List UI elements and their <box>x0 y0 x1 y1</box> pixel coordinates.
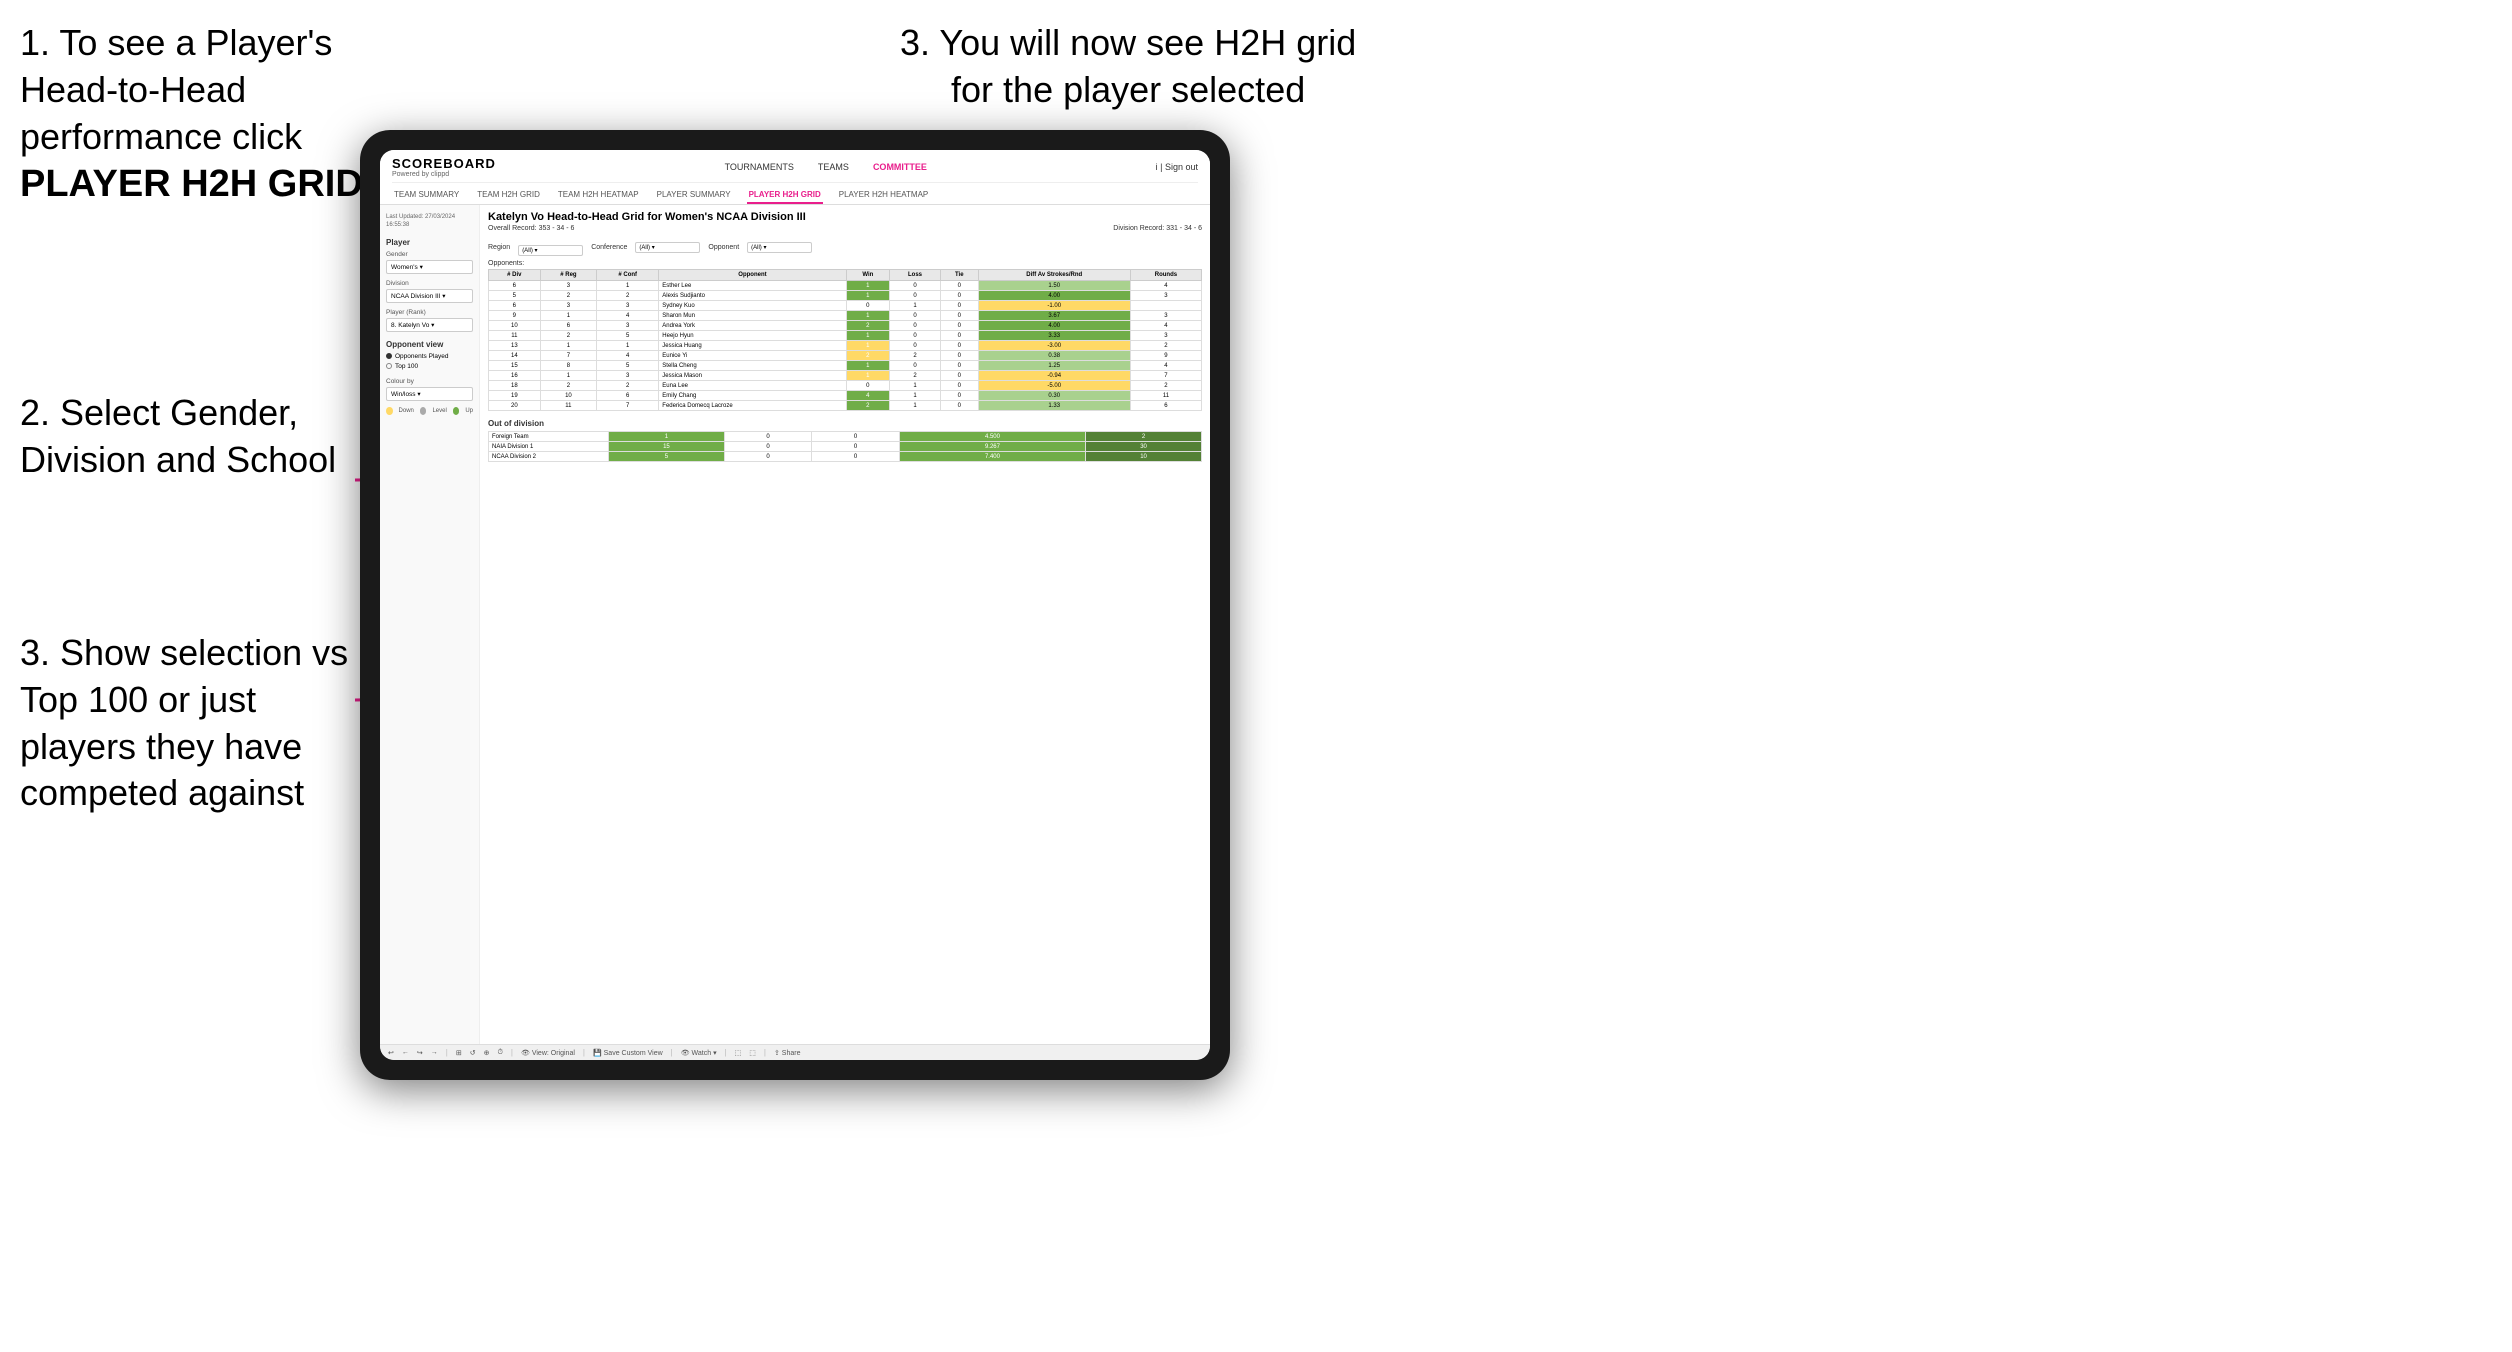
toolbar-icon2[interactable]: ⬚ <box>749 1049 756 1057</box>
opponent-view-label: Opponent view <box>386 340 473 349</box>
table-row: 16 1 3 Jessica Mason 1 2 0 -0.94 7 <box>489 371 1202 381</box>
colour-legend: Down Level Up <box>386 407 473 415</box>
toolbar-add[interactable]: ⊕ <box>484 1049 490 1057</box>
instruction-2: 2. Select Gender, Division and School <box>20 390 350 484</box>
table-row: 9 1 4 Sharon Mun 1 0 0 3.67 3 <box>489 311 1202 321</box>
toolbar-redo[interactable]: ↪ <box>417 1049 423 1057</box>
table-row: 6 3 3 Sydney Kuo 0 1 0 -1.00 <box>489 301 1202 311</box>
colour-level <box>420 407 427 415</box>
table-row: 15 8 5 Stella Cheng 1 0 0 1.25 4 <box>489 361 1202 371</box>
instruction-3-left: 3. Show selection vs Top 100 or just pla… <box>20 630 350 817</box>
toolbar-forward[interactable]: → <box>431 1049 438 1056</box>
table-row: 18 2 2 Euna Lee 0 1 0 -5.00 2 <box>489 381 1202 391</box>
table-row: 6 3 1 Esther Lee 1 0 0 1.50 4 <box>489 281 1202 291</box>
toolbar-watch[interactable]: 👁 Watch ▾ <box>681 1049 717 1057</box>
nav-bar: SCOREBOARD Powered by clippd TOURNAMENTS… <box>380 150 1210 205</box>
grid-records: Overall Record: 353 - 34 - 6 Division Re… <box>488 225 1202 232</box>
region-select[interactable]: (All) ▾ <box>518 245 583 256</box>
last-updated: Last Updated: 27/03/2024 16:55:38 <box>386 213 473 230</box>
col-diff: Diff Av Strokes/Rnd <box>978 270 1130 281</box>
sidebar: Last Updated: 27/03/2024 16:55:38 Player… <box>380 205 480 1044</box>
nav-teams[interactable]: TEAMS <box>814 160 853 174</box>
bottom-toolbar: ↩ ← ↪ → | ⊞ ↺ ⊕ ⏱ | 👁 View: Original | 💾… <box>380 1044 1210 1060</box>
nav-links: TOURNAMENTS TEAMS COMMITTEE <box>721 160 931 174</box>
player-section-label: Player <box>386 238 473 247</box>
toolbar-share[interactable]: ⇪ Share <box>774 1049 801 1057</box>
sub-nav-player-summary[interactable]: PLAYER SUMMARY <box>655 187 733 204</box>
table-row: 13 1 1 Jessica Huang 1 0 0 -3.00 2 <box>489 341 1202 351</box>
table-row: 20 11 7 Federica Domecq Lacroze 2 1 0 1.… <box>489 401 1202 411</box>
sub-nav-player-h2h-heatmap[interactable]: PLAYER H2H HEATMAP <box>837 187 931 204</box>
data-area: Katelyn Vo Head-to-Head Grid for Women's… <box>480 205 1210 1044</box>
grid-title: Katelyn Vo Head-to-Head Grid for Women's… <box>488 211 1202 223</box>
opponent-view-section: Opponent view Opponents Played Top 100 <box>386 340 473 370</box>
colour-down <box>386 407 393 415</box>
toolbar-timer[interactable]: ⏱ <box>497 1049 502 1057</box>
ood-table-row: NCAA Division 2 5 0 0 7.400 10 <box>489 452 1202 462</box>
toolbar-icon1[interactable]: ⬚ <box>735 1049 742 1057</box>
toolbar-refresh[interactable]: ↺ <box>470 1049 476 1057</box>
tablet-screen: SCOREBOARD Powered by clippd TOURNAMENTS… <box>380 150 1210 1060</box>
logo-area: SCOREBOARD Powered by clippd <box>392 156 496 178</box>
table-row: 14 7 4 Eunice Yi 2 2 0 0.38 9 <box>489 351 1202 361</box>
col-reg: # Reg <box>540 270 597 281</box>
conference-filter-label: Conference <box>591 244 627 251</box>
nav-tournaments[interactable]: TOURNAMENTS <box>721 160 798 174</box>
colour-up <box>453 407 460 415</box>
col-div: # Div <box>489 270 541 281</box>
main-data-table: # Div # Reg # Conf Opponent Win Loss Tie… <box>488 269 1202 411</box>
toolbar-grid[interactable]: ⊞ <box>456 1049 462 1057</box>
instruction-1: 1. To see a Player's Head-to-Head perfor… <box>20 20 400 210</box>
player-rank-label: Player (Rank) <box>386 309 473 316</box>
col-loss: Loss <box>890 270 941 281</box>
ood-table-row: Foreign Team 1 0 0 4.500 2 <box>489 432 1202 442</box>
division-select[interactable]: NCAA Division III ▾ <box>386 289 473 303</box>
radio-dot-top100 <box>386 363 392 369</box>
opponent-filter-label: Opponent <box>708 244 739 251</box>
sub-nav: TEAM SUMMARY TEAM H2H GRID TEAM H2H HEAT… <box>392 182 1198 204</box>
conference-select[interactable]: (All) ▾ <box>635 242 700 253</box>
out-of-division-table: Foreign Team 1 0 0 4.500 2 NAIA Division… <box>488 431 1202 462</box>
radio-opponents-played[interactable]: Opponents Played <box>386 353 473 360</box>
out-of-division-header: Out of division <box>488 419 1202 428</box>
radio-dot-opponents <box>386 353 392 359</box>
sign-out-button[interactable]: Sign out <box>1165 162 1198 172</box>
sub-nav-team-h2h-grid[interactable]: TEAM H2H GRID <box>475 187 542 204</box>
opponent-select[interactable]: (All) ▾ <box>747 242 812 253</box>
sub-nav-team-summary[interactable]: TEAM SUMMARY <box>392 187 461 204</box>
sub-nav-player-h2h-grid[interactable]: PLAYER H2H GRID <box>747 187 823 204</box>
toolbar-undo[interactable]: ↩ <box>388 1049 394 1057</box>
colour-by-select[interactable]: Win/loss ▾ <box>386 387 473 401</box>
player-rank-select[interactable]: 8. Katelyn Vo ▾ <box>386 318 473 332</box>
gender-select[interactable]: Women's ▾ <box>386 260 473 274</box>
instruction-3-top: 3. You will now see H2H grid for the pla… <box>900 20 1356 114</box>
table-row: 10 6 3 Andrea York 2 0 0 4.00 4 <box>489 321 1202 331</box>
sign-out-area: i | Sign out <box>1156 162 1198 172</box>
col-win: Win <box>846 270 889 281</box>
radio-top-100[interactable]: Top 100 <box>386 363 473 370</box>
colour-by-label: Colour by <box>386 378 473 385</box>
division-label: Division <box>386 280 473 287</box>
table-row: 5 2 2 Alexis Sudjianto 1 0 0 4.00 3 <box>489 291 1202 301</box>
table-row: 11 2 5 Heejo Hyun 1 0 0 3.33 3 <box>489 331 1202 341</box>
table-row: 19 10 6 Emily Chang 4 1 0 0.30 11 <box>489 391 1202 401</box>
region-filter-label: Region <box>488 244 510 251</box>
tablet: SCOREBOARD Powered by clippd TOURNAMENTS… <box>360 130 1230 1080</box>
gender-label: Gender <box>386 251 473 258</box>
logo-text: SCOREBOARD <box>392 156 496 171</box>
col-opponent: Opponent <box>659 270 846 281</box>
logo-sub: Powered by clippd <box>392 171 496 178</box>
ood-table-row: NAIA Division 1 15 0 0 9.267 30 <box>489 442 1202 452</box>
colour-by-section: Colour by Win/loss ▾ Down Level Up <box>386 378 473 415</box>
toolbar-back[interactable]: ← <box>402 1049 409 1056</box>
opponents-label: Opponents: <box>488 260 1202 267</box>
sub-nav-team-h2h-heatmap[interactable]: TEAM H2H HEATMAP <box>556 187 641 204</box>
nav-committee[interactable]: COMMITTEE <box>869 160 931 174</box>
toolbar-view-original[interactable]: 👁 View: Original <box>521 1049 575 1057</box>
col-tie: Tie <box>940 270 978 281</box>
col-rounds: Rounds <box>1130 270 1201 281</box>
main-content: Last Updated: 27/03/2024 16:55:38 Player… <box>380 205 1210 1044</box>
col-conf: # Conf <box>597 270 659 281</box>
toolbar-save-custom[interactable]: 💾 Save Custom View <box>593 1049 663 1057</box>
